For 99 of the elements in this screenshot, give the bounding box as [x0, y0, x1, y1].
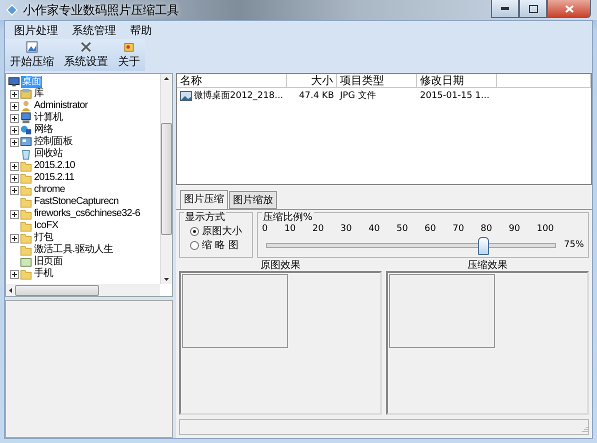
tree-item[interactable]: 激活工具.驱动人生 — [33, 244, 114, 256]
folder-icon — [20, 160, 32, 172]
column-header[interactable]: 大小 — [287, 74, 337, 87]
menu-item[interactable]: 图片处理 — [9, 22, 63, 38]
tree-item[interactable]: fireworks_cs6chinese32-6 — [33, 208, 142, 220]
tree-item[interactable]: chrome — [33, 184, 66, 196]
tree-item[interactable]: 手机 — [33, 268, 54, 280]
scroll-up-icon — [164, 77, 169, 80]
tab[interactable]: 图片压缩 — [180, 190, 228, 209]
preview-title: 原图效果 — [260, 260, 302, 271]
table-cell[interactable]: 微博桌面2012_218... — [194, 89, 284, 102]
expand-icon[interactable] — [10, 138, 19, 146]
user-icon — [20, 100, 32, 112]
tick-label: 40 — [368, 224, 380, 234]
network-icon — [20, 124, 32, 136]
tick-label: 100 — [536, 224, 554, 234]
close-button[interactable] — [547, 0, 591, 18]
expand-icon[interactable] — [10, 234, 19, 242]
minimize-button[interactable] — [491, 0, 519, 18]
tree-item[interactable]: 打包 — [33, 232, 54, 244]
expand-icon[interactable] — [10, 114, 19, 122]
vertical-scrollbar[interactable] — [160, 74, 172, 284]
folder-icon — [20, 172, 32, 184]
library-icon — [20, 88, 32, 100]
group-title: 显示方式 — [184, 210, 226, 224]
folder-icon — [20, 268, 32, 280]
folder-icon — [20, 196, 32, 208]
toolbar-button[interactable]: 关于 — [113, 39, 145, 71]
expand-icon[interactable] — [10, 210, 19, 218]
control-panel-icon — [20, 136, 32, 148]
expand-icon[interactable] — [10, 90, 19, 98]
expand-icon[interactable] — [10, 102, 19, 110]
folder-icon — [20, 208, 32, 220]
tab[interactable]: 图片缩放 — [229, 191, 277, 209]
tree-item[interactable]: 2015.2.10 — [33, 160, 76, 172]
resize-grip-icon[interactable] — [580, 426, 588, 434]
column-header[interactable]: 名称 — [177, 74, 287, 87]
toolbar-button[interactable]: 开始压缩 — [5, 39, 59, 71]
tick-label: 10 — [284, 224, 296, 234]
toolbar-button[interactable]: 系统设置 — [59, 39, 113, 71]
menu-item[interactable]: 帮助 — [125, 22, 157, 38]
table-cell-text: JPG 文件 — [340, 90, 376, 102]
scroll-down-icon — [164, 278, 169, 281]
tree-item[interactable]: 库 — [33, 88, 45, 100]
table-cell: 47.4 KB — [299, 90, 334, 100]
tree-item[interactable]: 网络 — [33, 124, 54, 136]
close-icon — [564, 4, 574, 12]
tick-label: 50 — [396, 224, 408, 234]
preview-title: 压缩效果 — [466, 260, 508, 271]
folder-icon — [20, 244, 32, 256]
recycle-bin-icon — [20, 148, 32, 160]
maximize-icon — [528, 4, 538, 12]
horizontal-scrollbar[interactable] — [6, 284, 160, 296]
slider-track[interactable] — [266, 237, 556, 253]
app-icon — [6, 4, 18, 16]
tree-item[interactable]: 2015.2.11 — [33, 172, 76, 184]
maximize-button[interactable] — [519, 0, 547, 18]
folder-icon — [20, 220, 32, 232]
group-title: 压缩比例% — [262, 210, 314, 224]
tick-label: 30 — [340, 224, 352, 234]
tree-item[interactable]: 旧页面 — [33, 256, 64, 268]
scroll-left-icon — [9, 288, 12, 292]
expand-icon[interactable] — [10, 162, 19, 170]
picture-icon — [26, 41, 38, 53]
tree-item[interactable]: 控制面板 — [33, 136, 74, 148]
scroll-thumb[interactable] — [161, 123, 172, 235]
desktop-icon — [8, 76, 20, 88]
slider-thumb[interactable] — [478, 237, 490, 255]
image-file-icon — [180, 90, 192, 100]
expand-icon[interactable] — [10, 270, 19, 278]
expand-icon[interactable] — [10, 186, 19, 194]
tick-label: 80 — [480, 224, 492, 234]
table-cell: 2015-01-15 1... — [420, 90, 490, 100]
tick-label: 20 — [312, 224, 324, 234]
info-icon — [123, 41, 135, 53]
tick-label: 70 — [452, 224, 464, 234]
radio-option[interactable]: 原图大小 — [184, 224, 248, 238]
tick-label: 60 — [424, 224, 436, 234]
tree-item[interactable]: FastStoneCapturecn — [33, 196, 120, 208]
expand-icon[interactable] — [10, 126, 19, 134]
folder-icon — [20, 184, 32, 196]
menu-item[interactable]: 系统管理 — [67, 22, 121, 38]
slider-value: 75% — [564, 240, 584, 250]
expand-icon[interactable] — [10, 174, 19, 182]
tick-label: 90 — [508, 224, 520, 234]
column-header[interactable]: 项目类型 — [337, 74, 417, 87]
tree-item[interactable]: 计算机 — [33, 112, 64, 124]
tree-item[interactable]: Administrator — [33, 100, 89, 112]
scroll-thumb[interactable] — [15, 284, 99, 296]
tree-item[interactable]: 回收站 — [33, 148, 64, 160]
window-title: 小作家专业数码照片压缩工具 — [23, 2, 179, 18]
column-header[interactable]: 修改日期 — [417, 74, 497, 87]
tick-label: 0 — [262, 224, 268, 234]
radio-option[interactable]: 缩 略 图 — [184, 238, 248, 252]
minimize-icon — [501, 7, 509, 10]
page-icon — [20, 256, 32, 268]
folder-icon — [20, 232, 32, 244]
tree-item[interactable]: IcoFX — [33, 220, 60, 232]
computer-icon — [20, 112, 32, 124]
